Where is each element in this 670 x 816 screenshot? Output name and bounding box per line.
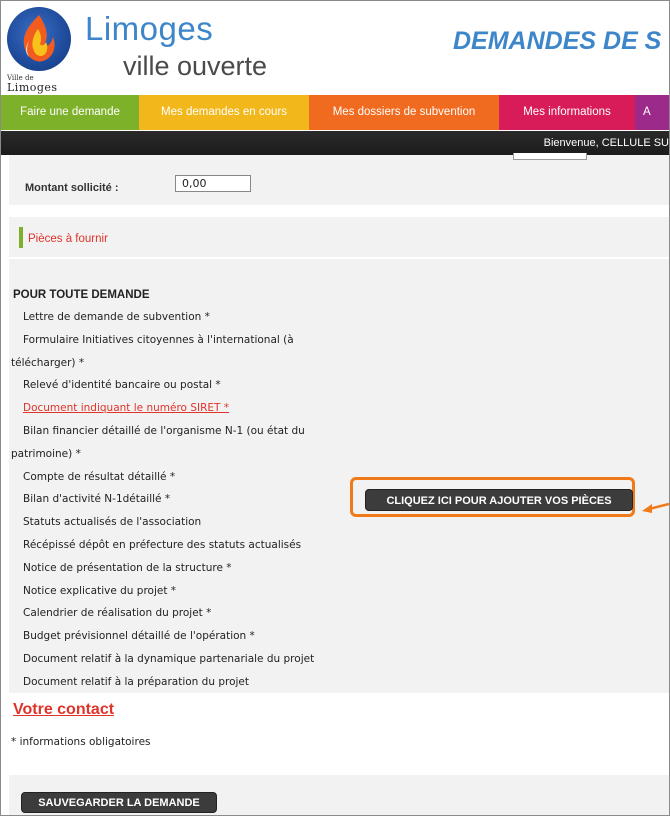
- document-item: Document relatif à la dynamique partenar…: [23, 653, 315, 665]
- document-item-continued: télécharger) *: [11, 357, 85, 369]
- previous-field-edge[interactable]: [513, 153, 587, 160]
- amount-panel: [9, 153, 669, 205]
- flame-logo-icon: [23, 15, 55, 62]
- contact-heading[interactable]: Votre contact: [13, 701, 114, 719]
- brand-title: Limoges: [85, 10, 214, 47]
- document-item: Bilan financier détaillé de l'organisme …: [23, 425, 305, 437]
- document-item: Relevé d'identité bancaire ou postal *: [23, 379, 221, 391]
- document-item-continued: patrimoine) *: [11, 448, 81, 460]
- site-header: Ville de Limoges Limoges ville ouverte D…: [1, 1, 669, 94]
- document-item: Lettre de demande de subvention *: [23, 311, 210, 323]
- document-item: Budget prévisionnel détaillé de l'opérat…: [23, 630, 255, 642]
- brand-subtitle: ville ouverte: [123, 51, 268, 81]
- page-frame: Ville de Limoges Limoges ville ouverte D…: [0, 0, 670, 816]
- save-request-button[interactable]: SAUVEGARDER LA DEMANDE: [21, 792, 217, 813]
- menu-item-mes-dossiers-de-subvention[interactable]: Mes dossiers de subvention: [309, 95, 499, 130]
- add-pieces-button[interactable]: CLIQUEZ ICI POUR AJOUTER VOS PIÈCES: [365, 489, 633, 511]
- menu-item-faire-une-demande[interactable]: Faire une demande: [1, 95, 139, 130]
- welcome-message: Bienvenue, CELLULE SU: [543, 137, 669, 149]
- section-heading: POUR TOUTE DEMANDE: [13, 289, 150, 301]
- document-item: Compte de résultat détaillé *: [23, 471, 176, 483]
- document-item: Formulaire Initiatives citoyennes à l'in…: [23, 334, 294, 346]
- welcome-bar: Bienvenue, CELLULE SU: [1, 131, 669, 155]
- logo-city-label: Limoges: [7, 81, 58, 94]
- app-title: DEMANDES DE S: [453, 27, 662, 55]
- pieces-header: Pièces à fournir: [9, 217, 669, 257]
- document-item: Document relatif à la préparation du pro…: [23, 676, 250, 688]
- main-menu: Faire une demande Mes demandes en cours …: [1, 95, 669, 130]
- pieces-title: Pièces à fournir: [28, 233, 108, 245]
- required-note: * informations obligatoires: [11, 736, 151, 748]
- document-item: Notice de présentation de la structure *: [23, 562, 232, 574]
- menu-item-mes-demandes-en-cours[interactable]: Mes demandes en cours: [139, 95, 309, 130]
- document-item: Calendrier de réalisation du projet *: [23, 607, 212, 619]
- document-item: Récépissé dépôt en préfecture des statut…: [23, 539, 302, 551]
- document-item: Statuts actualisés de l'association: [23, 516, 202, 528]
- menu-item-mes-informations[interactable]: Mes informations: [499, 95, 635, 130]
- amount-input[interactable]: [175, 175, 251, 192]
- menu-item-truncated[interactable]: A: [635, 95, 669, 130]
- section-marker: [19, 227, 23, 248]
- arrow-left-icon: [642, 502, 669, 513]
- document-item-siret-link[interactable]: Document indiquant le numéro SIRET *: [23, 402, 229, 415]
- amount-label: Montant sollicité :: [25, 182, 119, 194]
- document-item: Notice explicative du projet *: [23, 585, 177, 597]
- document-item: Bilan d'activité N-1détaillé *: [23, 493, 171, 505]
